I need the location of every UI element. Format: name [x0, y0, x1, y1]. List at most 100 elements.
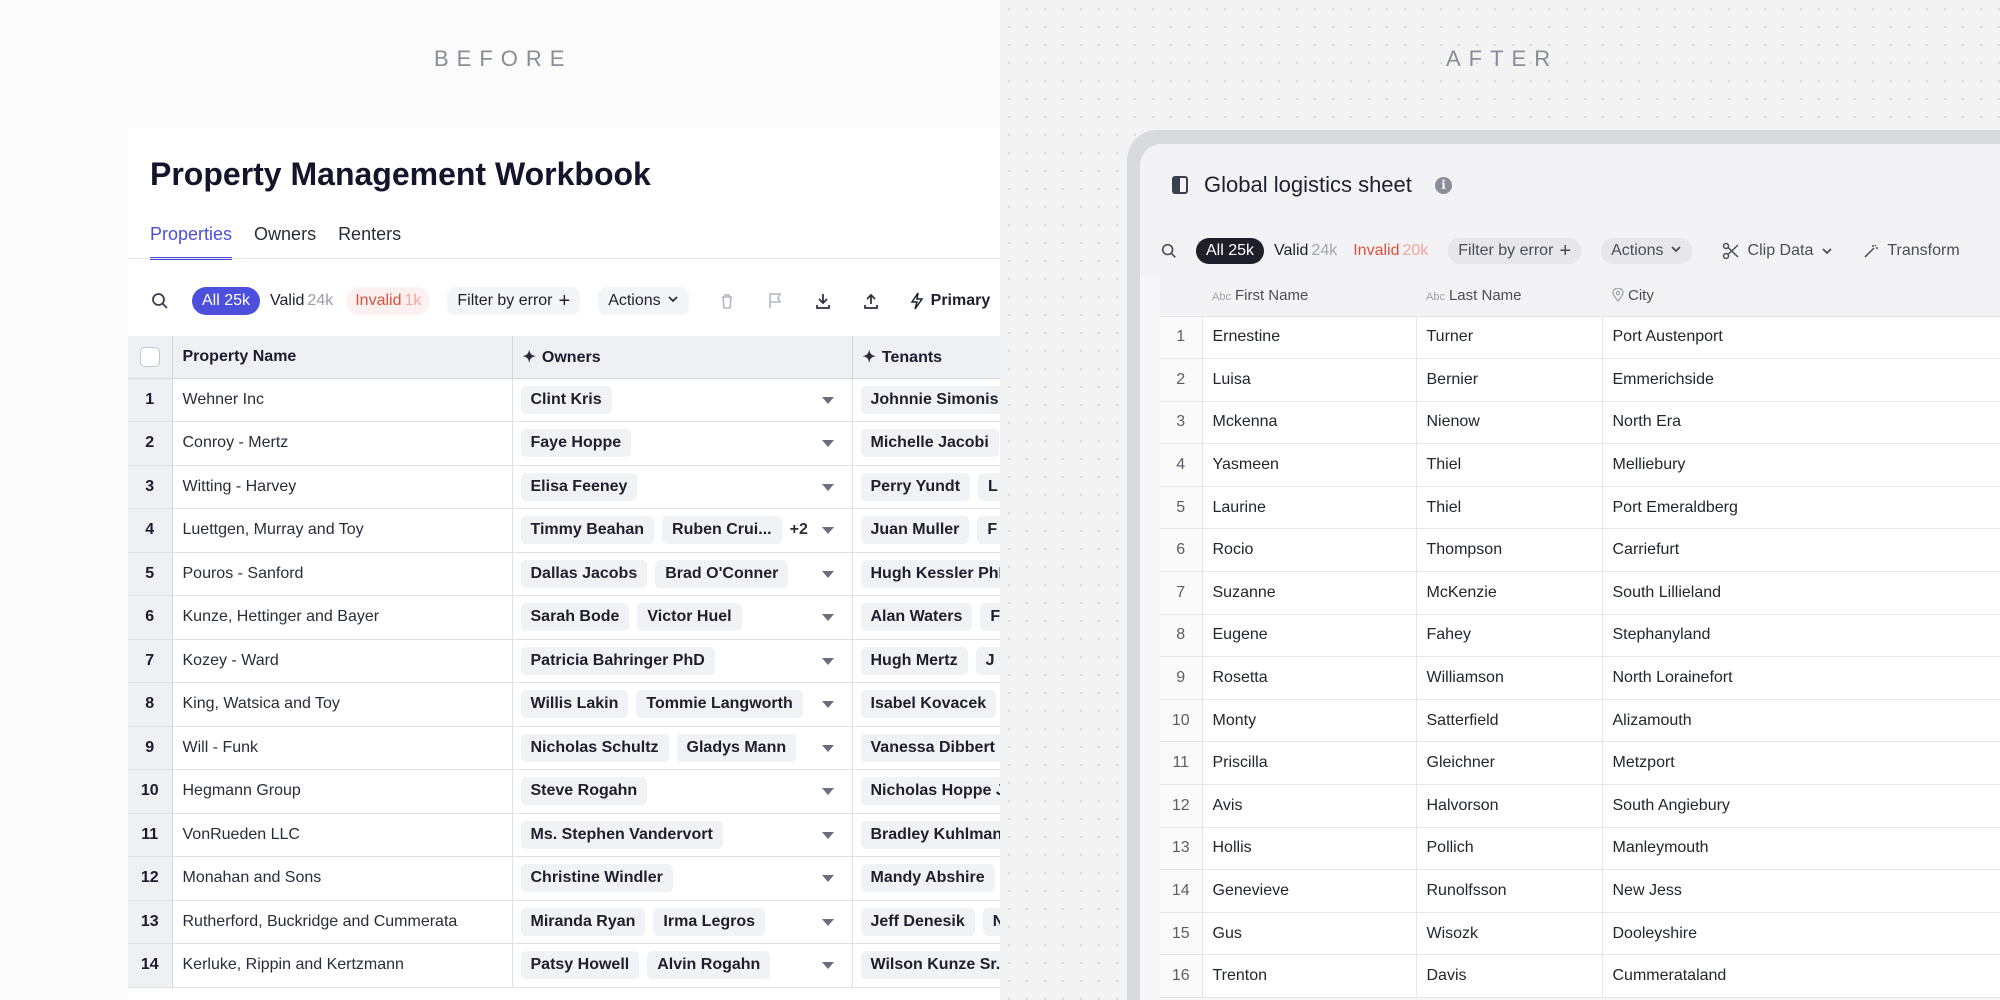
owner-chip[interactable]: Tommie Langworth	[636, 690, 803, 719]
owners-cell[interactable]: Willis Lakin Tommie Langworth	[512, 682, 853, 727]
owner-chip[interactable]: Miranda Ryan	[520, 907, 646, 936]
city-cell[interactable]: Metzport	[1602, 741, 2000, 786]
tenant-chip[interactable]: Nicholas Hoppe J	[860, 777, 1000, 806]
table-row[interactable]: 16 Trenton Davis Cummerataland	[1160, 954, 2000, 998]
owners-cell[interactable]: Elisa Feeney	[512, 465, 853, 509]
first-name-cell[interactable]: Laurine	[1202, 486, 1417, 530]
more-owners-count[interactable]: +2	[790, 521, 808, 538]
table-row[interactable]: 1 Ernestine Turner Port Austenport	[1160, 316, 2000, 360]
table-row[interactable]: 8 Eugene Fahey Stephanyland	[1160, 614, 2000, 658]
first-name-cell[interactable]: Mckenna	[1202, 401, 1417, 445]
valid-filter-pill[interactable]: Valid 24k	[1274, 242, 1337, 260]
tenants-cell[interactable]: Isabel Kovacek	[852, 682, 1000, 727]
owner-chip[interactable]: Clint Kris	[520, 385, 612, 414]
table-row[interactable]: 6 Rocio Thompson Carriefurt	[1160, 528, 2000, 573]
property-name-cell[interactable]: Kozey - Ward	[172, 639, 513, 683]
owner-chip[interactable]: Victor Huel	[637, 603, 742, 632]
owners-cell[interactable]: Nicholas Schultz Gladys Mann	[512, 726, 853, 770]
last-name-cell[interactable]: Wisozk	[1416, 912, 1603, 956]
first-name-cell[interactable]: Priscilla	[1202, 741, 1417, 786]
city-cell[interactable]: Stephanyland	[1602, 614, 2000, 658]
owner-chip[interactable]: Sarah Bode	[520, 603, 630, 632]
last-name-cell[interactable]: Thompson	[1416, 528, 1603, 573]
flag-icon[interactable]	[765, 291, 785, 311]
last-name-cell[interactable]: Davis	[1416, 954, 1603, 998]
table-row[interactable]: 13 Rutherford, Buckridge and Cummerata Mir…	[128, 900, 1000, 944]
dropdown-arrow-icon[interactable]	[821, 657, 834, 665]
tenants-cell[interactable]: Vanessa Dibbert	[852, 726, 1000, 770]
column-header-tenants[interactable]: ✦ Tenants	[852, 336, 1000, 379]
filter-by-error-button[interactable]: Filter by error +	[447, 287, 581, 315]
last-name-cell[interactable]: Pollich	[1416, 827, 1603, 871]
column-header-last-name[interactable]: Abc Last Name	[1416, 276, 1602, 317]
city-cell[interactable]: Port Austenport	[1602, 316, 2000, 360]
first-name-cell[interactable]: Eugene	[1202, 614, 1417, 658]
owner-chip[interactable]: Ruben Crui...	[662, 516, 782, 545]
dropdown-arrow-icon[interactable]	[821, 614, 834, 621]
info-icon[interactable]: i	[1435, 177, 1452, 194]
column-header-property-name[interactable]: Property Name	[172, 336, 513, 379]
owners-cell[interactable]: Patricia Bahringer PhD	[512, 639, 853, 683]
tenants-cell[interactable]: Perry Yundt L	[852, 465, 1000, 509]
owners-cell[interactable]: Miranda Ryan Irma Legros	[512, 900, 853, 944]
tab-renters[interactable]: Renters	[338, 224, 401, 260]
property-name-cell[interactable]: Conroy - Mertz	[172, 421, 513, 466]
property-name-cell[interactable]: VonRueden LLC	[172, 813, 513, 857]
owners-cell[interactable]: Sarah Bode Victor Huel	[512, 595, 853, 640]
tenant-chip[interactable]: Johnnie Simonis	[860, 385, 1000, 414]
city-cell[interactable]: Manleymouth	[1602, 827, 2000, 871]
owner-chip[interactable]: Patricia Bahringer PhD	[520, 646, 715, 675]
all-filter-pill[interactable]: All 25k	[192, 287, 261, 315]
last-name-cell[interactable]: Satterfield	[1416, 699, 1603, 743]
owners-cell[interactable]: Clint Kris	[512, 378, 853, 422]
tenant-chip[interactable]: F	[980, 603, 1000, 632]
city-cell[interactable]: South Lillieland	[1602, 571, 2000, 615]
tenants-cell[interactable]: Hugh Mertz J	[852, 639, 1000, 683]
property-name-cell[interactable]: Wehner Inc	[172, 378, 513, 422]
filter-by-error-button[interactable]: Filter by error +	[1448, 238, 1582, 264]
invalid-filter-pill[interactable]: Invalid 1k	[347, 287, 430, 315]
owners-cell[interactable]: Patsy Howell Alvin Rogahn	[512, 943, 853, 988]
dropdown-arrow-icon[interactable]	[821, 831, 834, 839]
table-row[interactable]: 5 Pouros - Sanford Dallas Jacobs Brad O'Con…	[128, 552, 1000, 596]
last-name-cell[interactable]: McKenzie	[1416, 571, 1603, 615]
owner-chip[interactable]: Gladys Mann	[676, 733, 797, 762]
tenant-chip[interactable]: Mandy Abshire	[860, 864, 995, 893]
property-name-cell[interactable]: King, Watsica and Toy	[172, 682, 513, 727]
primary-button[interactable]: Primary	[909, 292, 990, 310]
first-name-cell[interactable]: Hollis	[1202, 827, 1417, 871]
property-name-cell[interactable]: Rutherford, Buckridge and Cummerata	[172, 900, 513, 944]
search-icon[interactable]	[150, 291, 170, 311]
all-filter-pill[interactable]: All 25k	[1196, 238, 1265, 264]
owner-chip[interactable]: Steve Rogahn	[520, 777, 648, 806]
select-all-checkbox[interactable]	[139, 346, 160, 367]
tenants-cell[interactable]: Juan Muller F	[852, 508, 1000, 553]
city-cell[interactable]: Emmerichside	[1602, 358, 2000, 402]
owner-chip[interactable]: Ms. Stephen Vandervort	[520, 820, 723, 849]
owners-cell[interactable]: Faye Hoppe	[512, 421, 853, 466]
dropdown-arrow-icon[interactable]	[821, 875, 834, 882]
dropdown-arrow-icon[interactable]	[821, 962, 834, 969]
sidebar-toggle-icon[interactable]	[1172, 176, 1188, 194]
dropdown-arrow-icon[interactable]	[821, 788, 834, 795]
tenants-cell[interactable]: Hugh Kessler PhD	[852, 552, 1000, 596]
owner-chip[interactable]: Faye Hoppe	[520, 429, 632, 458]
table-row[interactable]: 11 VonRueden LLC Ms. Stephen Vandervort Bra…	[128, 813, 1000, 857]
table-row[interactable]: 9 Rosetta Williamson North Lorainefort	[1160, 656, 2000, 700]
owners-cell[interactable]: Steve Rogahn	[512, 769, 853, 814]
city-cell[interactable]: Dooleyshire	[1602, 912, 2000, 956]
table-row[interactable]: 4 Luettgen, Murray and Toy Timmy Beahan Rub…	[128, 508, 1000, 553]
clip-data-button[interactable]: Clip Data	[1722, 242, 1834, 260]
property-name-cell[interactable]: Will - Funk	[172, 726, 513, 770]
table-row[interactable]: 1 Wehner Inc Clint Kris Johnnie Simonis	[128, 378, 1000, 422]
dropdown-arrow-icon[interactable]	[821, 918, 834, 926]
owner-chip[interactable]: Willis Lakin	[520, 690, 629, 719]
city-cell[interactable]: North Era	[1602, 401, 2000, 445]
table-row[interactable]: 11 Priscilla Gleichner Metzport	[1160, 741, 2000, 786]
tenants-cell[interactable]: Nicholas Hoppe J	[852, 769, 1000, 814]
transform-button[interactable]: Transform	[1863, 242, 1960, 260]
tenant-chip[interactable]: Wilson Kunze Sr.	[860, 951, 1000, 980]
city-cell[interactable]: Carriefurt	[1602, 528, 2000, 573]
owner-chip[interactable]: Brad O'Conner	[655, 559, 789, 588]
table-row[interactable]: 12 Avis Halvorson South Angiebury	[1160, 784, 2000, 828]
